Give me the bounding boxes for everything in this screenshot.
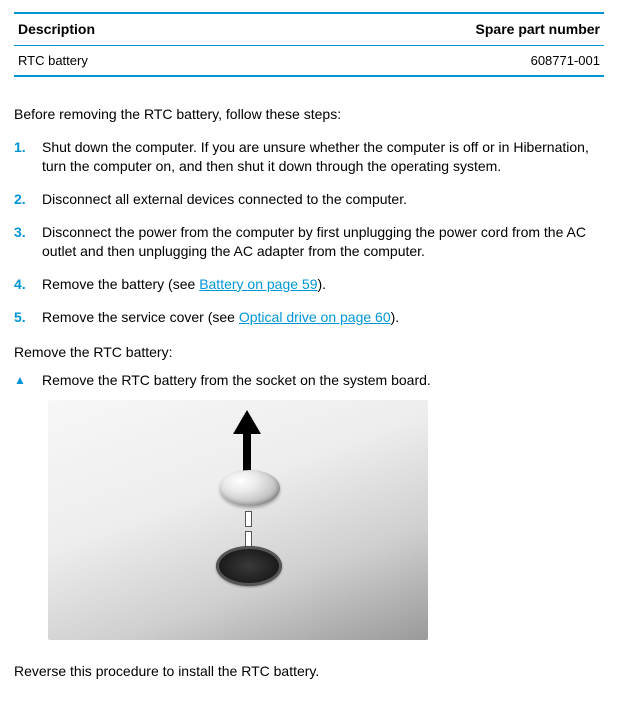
steps-list: Shut down the computer. If you are unsur… [14, 138, 604, 326]
table-row: RTC battery 608771-001 [14, 45, 604, 76]
step-2: Disconnect all external devices connecte… [14, 190, 604, 209]
cell-description: RTC battery [14, 45, 245, 76]
step-text-before: Remove the battery (see [42, 276, 199, 292]
motion-dash-icon [246, 532, 251, 546]
step-5: Remove the service cover (see Optical dr… [14, 308, 604, 327]
step-text-before: Remove the service cover (see [42, 309, 239, 325]
step-text: Disconnect all external devices connecte… [42, 191, 407, 207]
rtc-battery-icon [220, 470, 280, 506]
col-description-header: Description [14, 13, 245, 45]
intro-text: Before removing the RTC battery, follow … [14, 105, 604, 124]
step-1: Shut down the computer. If you are unsur… [14, 138, 604, 176]
col-spare-header: Spare part number [245, 13, 604, 45]
cell-spare: 608771-001 [245, 45, 604, 76]
motion-dash-icon [246, 512, 251, 526]
remove-list: Remove the RTC battery from the socket o… [14, 371, 604, 390]
battery-socket-icon [216, 546, 282, 586]
rtc-battery-removal-illustration [48, 400, 428, 640]
remove-step-text: Remove the RTC battery from the socket o… [42, 372, 431, 388]
step-text: Shut down the computer. If you are unsur… [42, 139, 589, 174]
closing-text: Reverse this procedure to install the RT… [14, 662, 604, 681]
link-optical-drive[interactable]: Optical drive on page 60 [239, 309, 391, 325]
remove-heading: Remove the RTC battery: [14, 343, 604, 362]
figure [48, 400, 604, 640]
step-text-after: ). [391, 309, 400, 325]
remove-step: Remove the RTC battery from the socket o… [14, 371, 604, 390]
step-4: Remove the battery (see Battery on page … [14, 275, 604, 294]
step-text-after: ). [318, 276, 327, 292]
step-3: Disconnect the power from the computer b… [14, 223, 604, 261]
step-text: Disconnect the power from the computer b… [42, 224, 586, 259]
link-battery[interactable]: Battery on page 59 [199, 276, 317, 292]
parts-table: Description Spare part number RTC batter… [14, 12, 604, 77]
